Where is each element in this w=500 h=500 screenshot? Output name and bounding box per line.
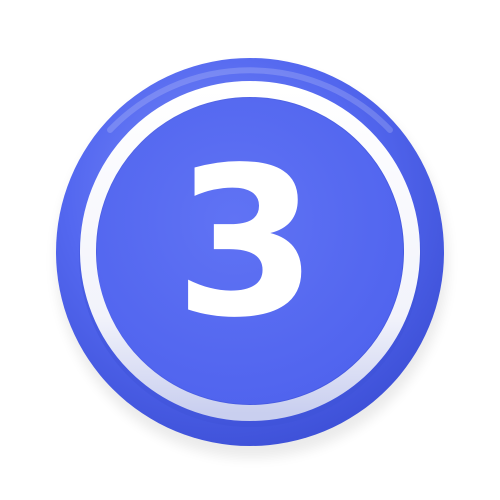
badge-numeral: 3 [174,123,317,363]
number-badge-graphic: 3 [56,58,448,458]
number-badge: 3 [0,0,500,500]
